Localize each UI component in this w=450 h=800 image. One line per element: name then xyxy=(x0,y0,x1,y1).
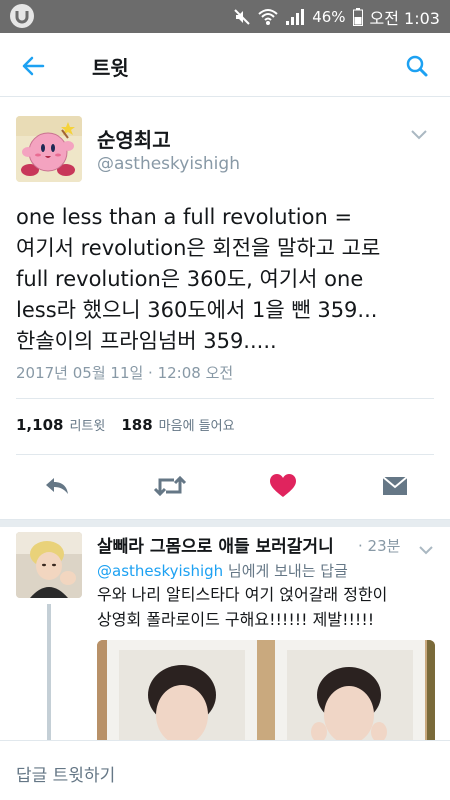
tweet-menu-button[interactable] xyxy=(410,126,428,140)
avatar[interactable] xyxy=(16,116,82,182)
author-handle[interactable]: @astheskyishigh xyxy=(97,154,240,174)
app-notification-icon xyxy=(10,4,34,28)
tweet-text-line: one less than a full revolution = xyxy=(16,205,353,229)
app-header: 트윗 xyxy=(0,33,450,97)
replying-to-label: 님에게 보내는 답글 xyxy=(223,562,348,580)
tweet-text-line: full revolution은 360도, 여기서 one xyxy=(16,267,364,291)
reply-compose-bar[interactable]: 답글 트윗하기 xyxy=(0,740,450,800)
tweet-text-line: 여기서 revolution은 회전을 말하고 고로 xyxy=(16,236,381,260)
mute-icon xyxy=(233,8,251,26)
battery-percent: 46% xyxy=(312,7,346,26)
status-bar: 46% 오전 1:03 xyxy=(0,0,450,33)
tweet-text-line: less라 했으니 360도에서 1을 뺀 359... xyxy=(16,298,378,322)
clock: 오전 1:03 xyxy=(369,8,440,28)
back-button[interactable] xyxy=(18,51,48,81)
reply-text-line: 상영회 폴라로이드 구해요!!!!!! 제발!!!!! xyxy=(97,610,375,629)
search-icon xyxy=(406,55,428,77)
reply-text-line: 우와 나리 알티스타다 여기 얹어갈래 정한이 xyxy=(97,585,388,604)
author-name[interactable]: 순영최고 xyxy=(97,124,171,153)
reply-photo[interactable] xyxy=(97,640,435,740)
thread-line xyxy=(47,604,51,740)
replying-to: @astheskyishigh 님에게 보내는 답글 xyxy=(97,560,348,581)
battery-icon xyxy=(352,7,363,26)
avatar[interactable] xyxy=(16,532,82,598)
signal-icon xyxy=(285,8,305,26)
page-title: 트윗 xyxy=(92,56,129,80)
reply-input-placeholder[interactable]: 답글 트윗하기 xyxy=(16,761,115,786)
arrow-left-icon xyxy=(22,56,45,76)
search-button[interactable] xyxy=(402,51,432,81)
reply-menu-button[interactable] xyxy=(418,540,434,555)
tweet-text: one less than a full revolution = 여기서 re… xyxy=(16,202,436,357)
chevron-down-icon xyxy=(419,546,433,555)
reply-timestamp: · 23분 xyxy=(358,537,401,555)
kirby-avatar-image xyxy=(16,116,82,182)
tweet-text-line: 한솔이의 프라임넘버 359..... xyxy=(16,329,277,353)
chevron-down-icon xyxy=(411,130,427,140)
reply-avatar-image xyxy=(16,532,82,598)
divider xyxy=(16,398,434,399)
reply-text: 우와 나리 알티스타다 여기 얹어갈래 정한이 상영회 폴라로이드 구해요!!!… xyxy=(97,582,442,632)
wifi-icon xyxy=(258,8,278,26)
replying-to-handle[interactable]: @astheskyishigh xyxy=(97,562,223,580)
reply-author-name[interactable]: 살빼라 그몸으로 애들 보러갈거니 xyxy=(97,532,334,557)
tweet-timestamp: 2017년 05월 11일 · 12:08 오전 xyxy=(16,364,234,382)
reply-tweet[interactable]: 살빼라 그몸으로 애들 보러갈거니 · 23분 @astheskyishigh … xyxy=(0,430,450,740)
polaroid-photo-image xyxy=(97,640,435,740)
